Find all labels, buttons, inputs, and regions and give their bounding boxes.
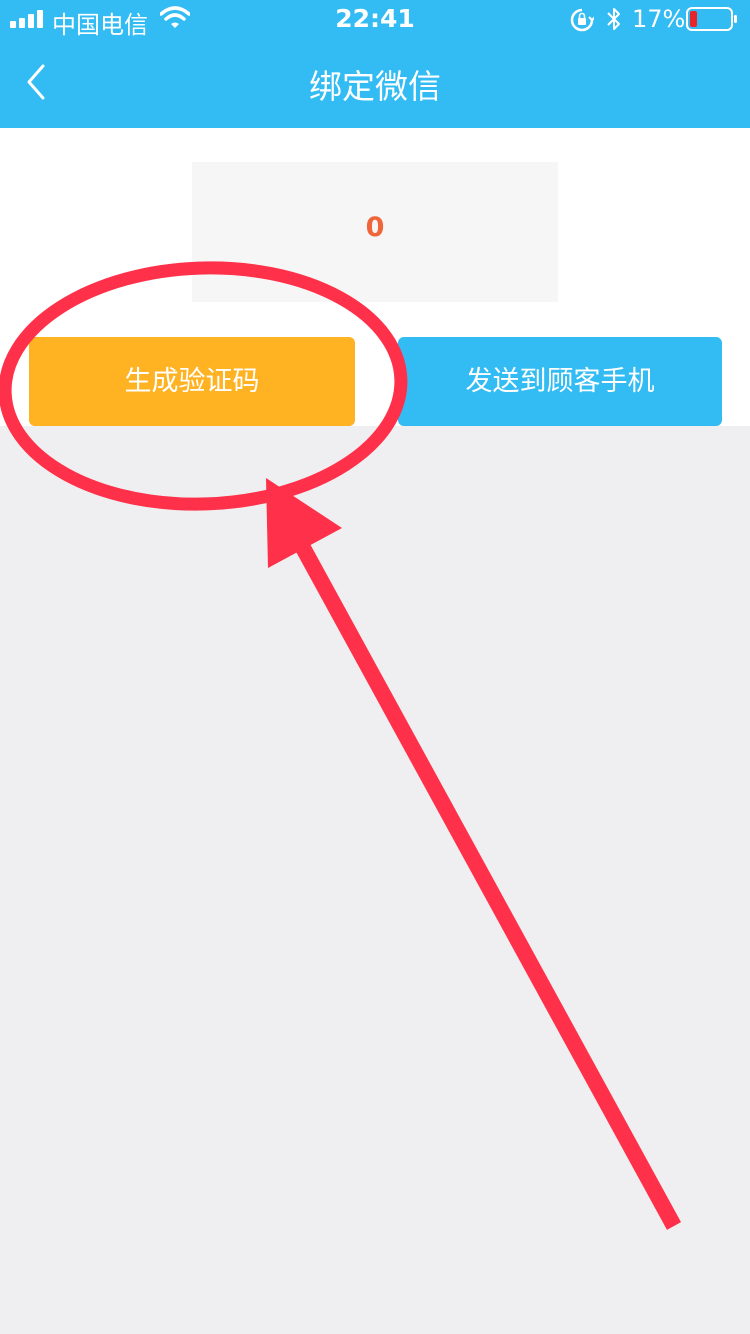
orientation-lock-icon	[570, 8, 594, 32]
code-display: 0	[192, 162, 558, 302]
generate-code-button[interactable]: 生成验证码	[29, 337, 355, 426]
navigation-bar: 绑定微信	[0, 40, 750, 128]
verification-panel: 0 生成验证码 发送到顾客手机	[0, 128, 750, 426]
battery-percent: 17%	[632, 5, 686, 33]
bluetooth-icon	[607, 8, 620, 30]
battery-icon	[686, 7, 737, 31]
send-to-customer-button[interactable]: 发送到顾客手机	[398, 337, 722, 426]
status-bar: 中国电信 22:41 17%	[0, 0, 750, 40]
annotation-arrow-head	[266, 478, 342, 568]
header-bar: 中国电信 22:41 17% 绑定微信	[0, 0, 750, 128]
annotation-arrow-shaft	[294, 542, 682, 1230]
page-title: 绑定微信	[309, 67, 441, 106]
verification-code-value: 0	[365, 212, 385, 243]
